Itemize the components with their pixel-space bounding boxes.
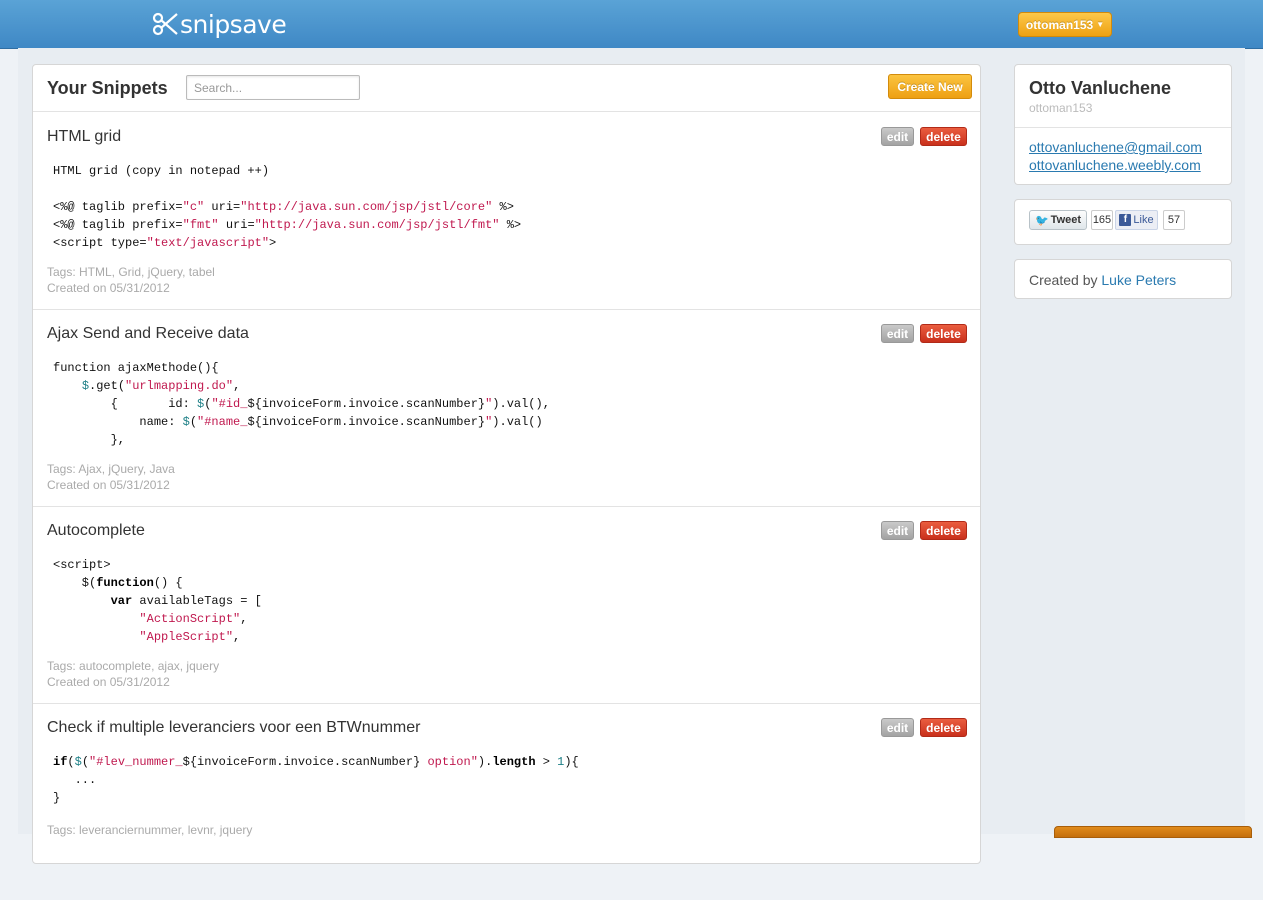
edit-button[interactable]: edit — [881, 521, 914, 540]
like-label: Like — [1133, 214, 1154, 226]
create-new-button[interactable]: Create New — [888, 74, 972, 99]
delete-button[interactable]: delete — [920, 324, 967, 343]
snippet-title[interactable]: HTML grid — [47, 128, 121, 146]
user-menu-button[interactable]: ottoman153 ▼ — [1018, 12, 1112, 37]
website-link[interactable]: ottovanluchene.weebly.com — [1029, 157, 1201, 173]
profile-name: Otto Vanluchene — [1029, 78, 1172, 98]
snippet-card: HTML grid edit delete HTML grid (copy in… — [33, 112, 980, 310]
snippet-title[interactable]: Check if multiple leveranciers voor een … — [47, 719, 420, 737]
tweet-button[interactable]: 🐦 Tweet — [1029, 210, 1087, 230]
snippet-tags: Tags: HTML, Grid, jQuery, tabel — [47, 265, 215, 279]
credits-card: Created by Luke Peters — [1014, 259, 1232, 299]
caret-down-icon: ▼ — [1096, 20, 1105, 29]
snippets-header: Your Snippets Create New — [33, 65, 980, 112]
snippet-date: Created on 05/31/2012 — [47, 478, 170, 492]
credits-prefix: Created by — [1029, 272, 1098, 288]
snippet-date: Created on 05/31/2012 — [47, 675, 170, 689]
code-preview: if($("#lev_nummer_${invoiceForm.invoice.… — [53, 755, 579, 805]
delete-button[interactable]: delete — [920, 521, 967, 540]
snippet-date: Created on 05/31/2012 — [47, 281, 170, 295]
snippet-tags: Tags: autocomplete, ajax, jquery — [47, 659, 220, 673]
code-preview: <script> $(function() { var availableTag… — [53, 558, 262, 644]
snippet-card: Check if multiple leveranciers voor een … — [33, 703, 980, 900]
snippet-tags: Tags: Ajax, jQuery, Java — [47, 462, 175, 476]
logo-text: snipsave — [180, 9, 287, 39]
tweet-count: 165 — [1091, 210, 1113, 230]
user-menu-label: ottoman153 — [1025, 17, 1094, 32]
code-preview: function ajaxMethode(){ $.get("urlmappin… — [53, 361, 550, 447]
facebook-like-button[interactable]: f Like — [1115, 210, 1158, 230]
snippet-tags: Tags: leveranciernummer, levnr, jquery — [47, 823, 253, 837]
delete-button[interactable]: delete — [920, 127, 967, 146]
author-link[interactable]: Luke Peters — [1101, 272, 1176, 288]
feedback-tab[interactable] — [1054, 826, 1252, 838]
edit-button[interactable]: edit — [881, 127, 914, 146]
snippet-card: Ajax Send and Receive data edit delete f… — [33, 309, 980, 507]
snippet-card: Autocomplete edit delete <script> $(func… — [33, 506, 980, 704]
credits-text: Created by Luke Peters — [1029, 272, 1176, 288]
profile-username: ottoman153 — [1029, 101, 1093, 115]
snippets-panel: Your Snippets Create New HTML grid edit … — [32, 64, 981, 864]
snippet-title[interactable]: Ajax Send and Receive data — [47, 325, 249, 343]
scissors-icon — [152, 12, 178, 36]
email-link[interactable]: ottovanluchene@gmail.com — [1029, 139, 1202, 155]
twitter-bird-icon: 🐦 — [1034, 214, 1049, 227]
profile-card: Otto Vanluchene ottoman153 ottovanluchen… — [1014, 64, 1232, 185]
page-title: Your Snippets — [47, 78, 168, 98]
edit-button[interactable]: edit — [881, 324, 914, 343]
top-navbar: snipsave ottoman153 ▼ — [0, 0, 1263, 49]
like-count: 57 — [1163, 210, 1185, 230]
delete-button[interactable]: delete — [920, 718, 967, 737]
social-card: 🐦 Tweet 165 f Like 57 — [1014, 199, 1232, 245]
search-input[interactable] — [186, 75, 360, 100]
facebook-icon: f — [1119, 214, 1132, 226]
tweet-label: Tweet — [1050, 214, 1082, 226]
edit-button[interactable]: edit — [881, 718, 914, 737]
app-logo[interactable]: snipsave — [152, 8, 287, 40]
snippet-title[interactable]: Autocomplete — [47, 522, 145, 540]
code-preview: HTML grid (copy in notepad ++) <%@ tagli… — [53, 164, 522, 250]
divider — [1015, 127, 1231, 128]
